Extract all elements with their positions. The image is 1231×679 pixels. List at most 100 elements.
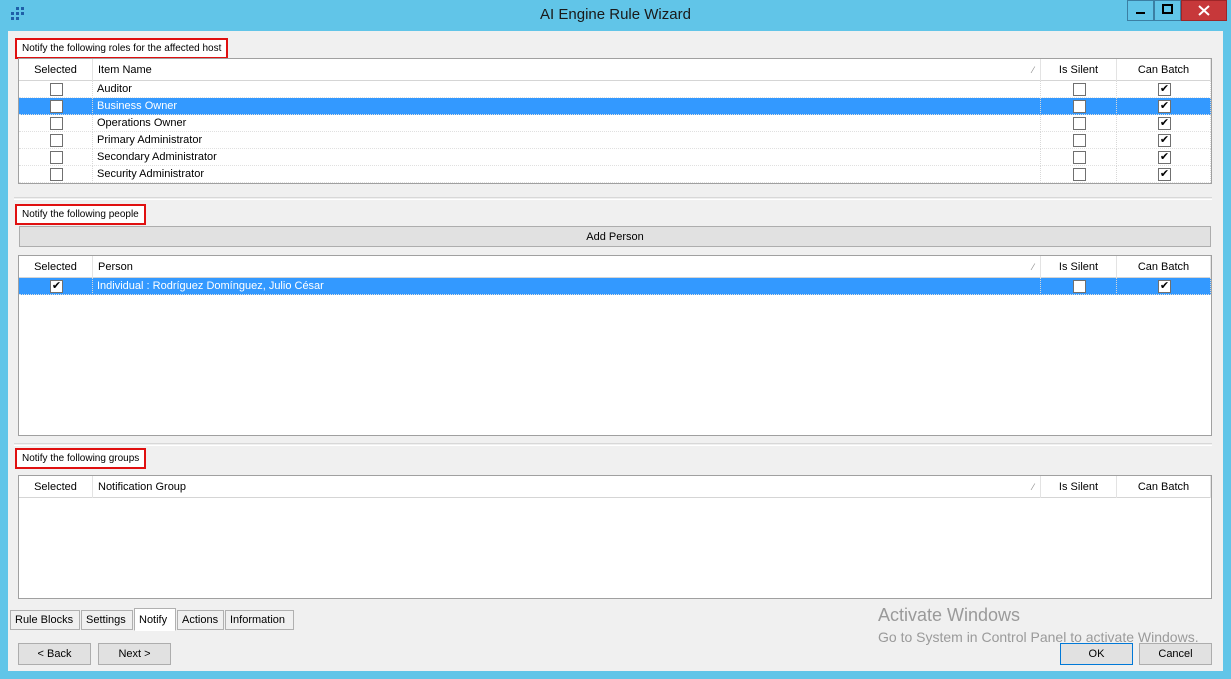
tab-actions[interactable]: Actions [177, 610, 224, 630]
col-can-batch[interactable]: Can Batch [1117, 256, 1211, 278]
table-row[interactable]: Primary Administrator ✔ [19, 132, 1211, 149]
people-section-label: Notify the following people [15, 204, 146, 225]
can-batch-cell: ✔ [1117, 115, 1211, 132]
table-row[interactable]: Security Administrator ✔ [19, 166, 1211, 183]
col-is-silent[interactable]: Is Silent [1041, 59, 1117, 81]
tab-rule-blocks[interactable]: Rule Blocks [10, 610, 80, 630]
maximize-button[interactable] [1154, 0, 1181, 21]
col-item-name[interactable]: Item Name ⁄ [93, 59, 1041, 81]
is-silent-cell [1041, 278, 1117, 295]
is-silent-checkbox[interactable] [1073, 117, 1086, 130]
item-name-cell: Business Owner [93, 98, 1041, 115]
can-batch-cell: ✔ [1117, 98, 1211, 115]
roles-section-label: Notify the following roles for the affec… [15, 38, 229, 59]
section-divider [14, 443, 1212, 446]
next-button[interactable]: Next > [98, 643, 171, 665]
sort-icon: ⁄ [1032, 65, 1034, 75]
item-name-cell: Secondary Administrator [93, 149, 1041, 166]
is-silent-cell [1041, 166, 1117, 183]
is-silent-checkbox[interactable] [1073, 280, 1086, 293]
people-grid-header: Selected Person ⁄ Is Silent Can Batch [19, 256, 1211, 278]
section-divider [14, 197, 1212, 200]
minimize-button[interactable] [1127, 0, 1154, 21]
selected-checkbox[interactable] [50, 151, 63, 164]
minimize-icon [1136, 12, 1145, 14]
roles-rows: Auditor ✔ Business Owner ✔ Operations Owner ✔… [19, 81, 1211, 183]
sort-icon: ⁄ [1032, 482, 1034, 492]
groups-grid-header: Selected Notification Group ⁄ Is Silent C… [19, 476, 1211, 498]
item-name-cell: Security Administrator [93, 166, 1041, 183]
can-batch-checkbox[interactable]: ✔ [1158, 168, 1171, 181]
item-name-cell: Operations Owner [93, 115, 1041, 132]
can-batch-checkbox[interactable]: ✔ [1158, 83, 1171, 96]
col-can-batch[interactable]: Can Batch [1117, 476, 1211, 498]
selected-checkbox[interactable] [50, 134, 63, 147]
table-row[interactable]: ✔ Individual : Rodríguez Domínguez, Julio… [19, 278, 1211, 295]
table-row[interactable]: Operations Owner ✔ [19, 115, 1211, 132]
window-title: AI Engine Rule Wizard [540, 6, 691, 23]
is-silent-cell [1041, 81, 1117, 98]
tab-settings[interactable]: Settings [81, 610, 133, 630]
is-silent-checkbox[interactable] [1073, 134, 1086, 147]
cancel-button[interactable]: Cancel [1139, 643, 1212, 665]
item-name-cell: Auditor [93, 81, 1041, 98]
selected-checkbox[interactable] [50, 168, 63, 181]
is-silent-checkbox[interactable] [1073, 100, 1086, 113]
people-grid[interactable]: Selected Person ⁄ Is Silent Can Batch ✔ In… [18, 255, 1212, 436]
title-bar[interactable]: AI Engine Rule Wizard [0, 0, 1231, 31]
add-person-button[interactable]: Add Person [19, 226, 1211, 247]
item-name-cell: Individual : Rodríguez Domínguez, Julio … [93, 278, 1041, 295]
is-silent-cell [1041, 149, 1117, 166]
can-batch-checkbox[interactable]: ✔ [1158, 151, 1171, 164]
table-row[interactable]: Secondary Administrator ✔ [19, 149, 1211, 166]
col-is-silent[interactable]: Is Silent [1041, 256, 1117, 278]
selected-checkbox[interactable] [50, 100, 63, 113]
tab-notify[interactable]: Notify [134, 608, 176, 631]
people-rows: ✔ Individual : Rodríguez Domínguez, Julio… [19, 278, 1211, 295]
selected-cell: ✔ [19, 278, 93, 295]
wizard-window: AI Engine Rule Wizard Notify the followi… [0, 0, 1231, 679]
wizard-body: Notify the following roles for the affec… [8, 31, 1223, 671]
selected-cell [19, 132, 93, 149]
col-notification-group[interactable]: Notification Group ⁄ [93, 476, 1041, 498]
is-silent-cell [1041, 98, 1117, 115]
can-batch-checkbox[interactable]: ✔ [1158, 117, 1171, 130]
col-can-batch[interactable]: Can Batch [1117, 59, 1211, 81]
is-silent-checkbox[interactable] [1073, 83, 1086, 96]
selected-cell [19, 149, 93, 166]
selected-cell [19, 115, 93, 132]
can-batch-cell: ✔ [1117, 149, 1211, 166]
can-batch-cell: ✔ [1117, 81, 1211, 98]
col-item-name-label: Item Name [98, 64, 152, 76]
can-batch-checkbox[interactable]: ✔ [1158, 100, 1171, 113]
col-selected[interactable]: Selected [19, 59, 93, 81]
tab-information[interactable]: Information [225, 610, 294, 630]
selected-cell [19, 98, 93, 115]
close-button[interactable] [1181, 0, 1227, 21]
col-is-silent[interactable]: Is Silent [1041, 476, 1117, 498]
close-icon [1198, 5, 1210, 16]
col-person[interactable]: Person ⁄ [93, 256, 1041, 278]
roles-grid-header: Selected Item Name ⁄ Is Silent Can Batch [19, 59, 1211, 81]
selected-checkbox[interactable] [50, 117, 63, 130]
col-selected[interactable]: Selected [19, 476, 93, 498]
is-silent-checkbox[interactable] [1073, 151, 1086, 164]
selected-checkbox[interactable] [50, 83, 63, 96]
is-silent-checkbox[interactable] [1073, 168, 1086, 181]
can-batch-cell: ✔ [1117, 132, 1211, 149]
back-button[interactable]: < Back [18, 643, 91, 665]
can-batch-checkbox[interactable]: ✔ [1158, 280, 1171, 293]
col-selected[interactable]: Selected [19, 256, 93, 278]
groups-grid[interactable]: Selected Notification Group ⁄ Is Silent C… [18, 475, 1212, 599]
col-notification-group-label: Notification Group [98, 481, 187, 493]
item-name-cell: Primary Administrator [93, 132, 1041, 149]
can-batch-cell: ✔ [1117, 278, 1211, 295]
selected-cell [19, 166, 93, 183]
selected-checkbox[interactable]: ✔ [50, 280, 63, 293]
roles-grid[interactable]: Selected Item Name ⁄ Is Silent Can Batch … [18, 58, 1212, 184]
table-row[interactable]: Auditor ✔ [19, 81, 1211, 98]
table-row[interactable]: Business Owner ✔ [19, 98, 1211, 115]
maximize-icon [1162, 4, 1173, 14]
can-batch-checkbox[interactable]: ✔ [1158, 134, 1171, 147]
ok-button[interactable]: OK [1060, 643, 1133, 665]
